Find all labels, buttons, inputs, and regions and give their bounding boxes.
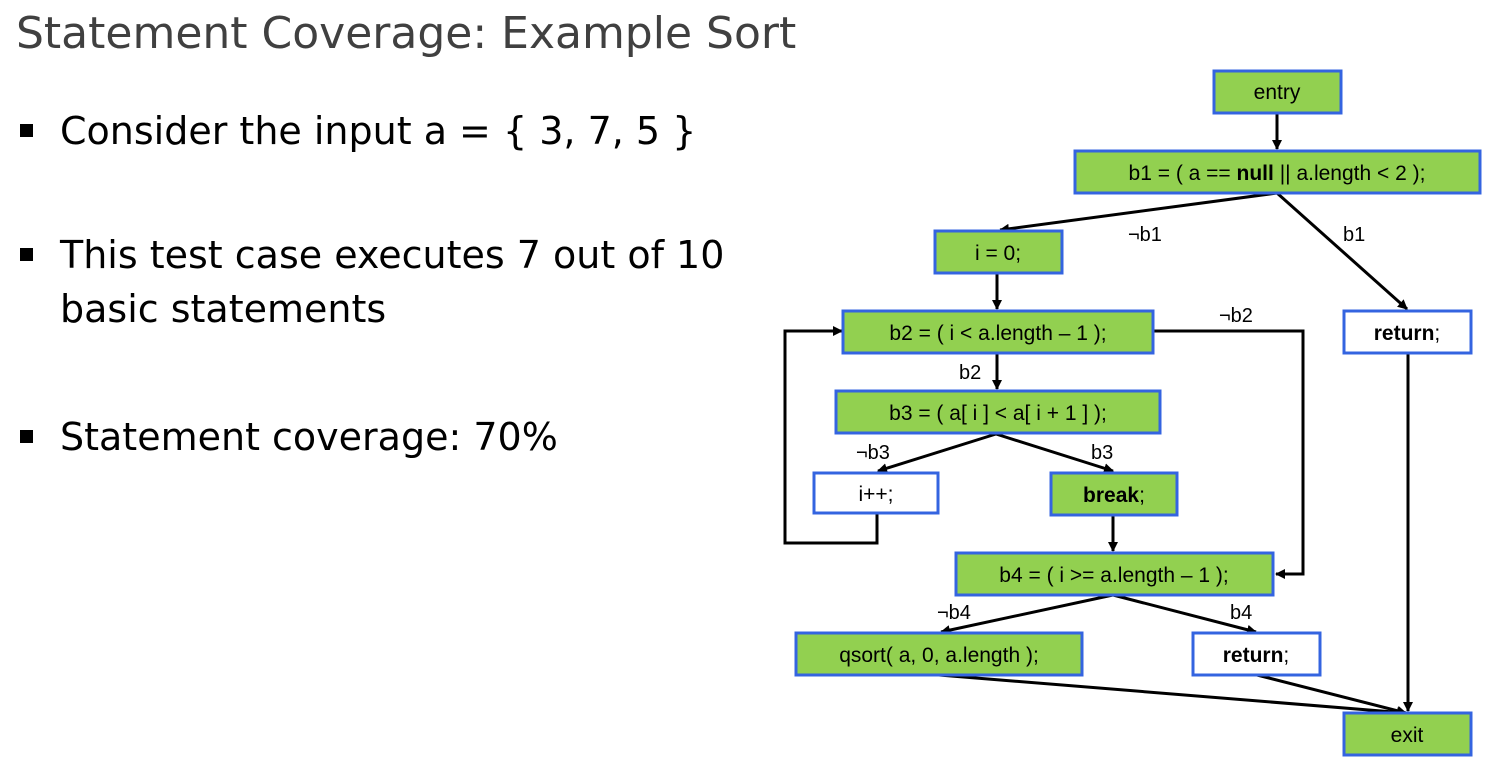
node-label: exit — [1391, 724, 1424, 747]
node-return-2: return; — [1191, 631, 1322, 677]
edge-label-b3: b3 — [1091, 442, 1113, 464]
node-b2: b2 = ( i < a.length – 1 ); — [841, 309, 1155, 355]
edge-b2-b4 — [1154, 329, 1305, 579]
node-entry: entry — [1212, 69, 1343, 115]
node-label: b3 = ( a[ i ] < a[ i + 1 ] ); — [889, 402, 1107, 425]
control-flow-graph: ¬b1 b1 ¬b2 b2 ¬b3 b3 ¬b4 b4 entry b1 = (… — [783, 69, 1482, 757]
node-label: qsort( a, 0, a.length ); — [839, 644, 1039, 667]
node-return-1: return; — [1342, 309, 1473, 355]
edge-b3-inc — [877, 432, 997, 474]
node-b1: b1 = ( a == null || a.length < 2 ); — [1073, 149, 1482, 195]
node-label: b4 = ( i >= a.length – 1 ); — [999, 564, 1228, 587]
node-i0: i = 0; — [933, 229, 1064, 275]
edge-label-not-b2: ¬b2 — [1219, 305, 1253, 327]
node-label: entry — [1254, 81, 1301, 104]
edge-label-not-b3: ¬b3 — [856, 442, 890, 464]
node-label: break; — [1083, 484, 1145, 507]
edge-label-b1: b1 — [1343, 224, 1365, 246]
node-label: return; — [1223, 644, 1290, 667]
edge-label-b4: b4 — [1230, 602, 1252, 624]
node-label: b1 = ( a == null || a.length < 2 ); — [1129, 162, 1426, 185]
node-increment: i++; — [812, 471, 940, 515]
node-label: i++; — [858, 483, 893, 506]
node-label: i = 0; — [975, 242, 1021, 265]
node-label: b2 = ( i < a.length – 1 ); — [889, 322, 1106, 345]
edge-label-not-b1: ¬b1 — [1128, 224, 1162, 246]
node-b3: b3 = ( a[ i ] < a[ i + 1 ] ); — [834, 389, 1162, 435]
node-label: return; — [1374, 322, 1441, 345]
edge-b1-return — [1276, 191, 1408, 311]
node-exit: exit — [1342, 711, 1473, 757]
node-break: break; — [1049, 471, 1179, 517]
node-b4: b4 = ( i >= a.length – 1 ); — [954, 551, 1275, 597]
edge-label-b2: b2 — [959, 362, 981, 384]
node-qsort: qsort( a, 0, a.length ); — [794, 631, 1084, 677]
edge-label-not-b4: ¬b4 — [937, 602, 971, 624]
